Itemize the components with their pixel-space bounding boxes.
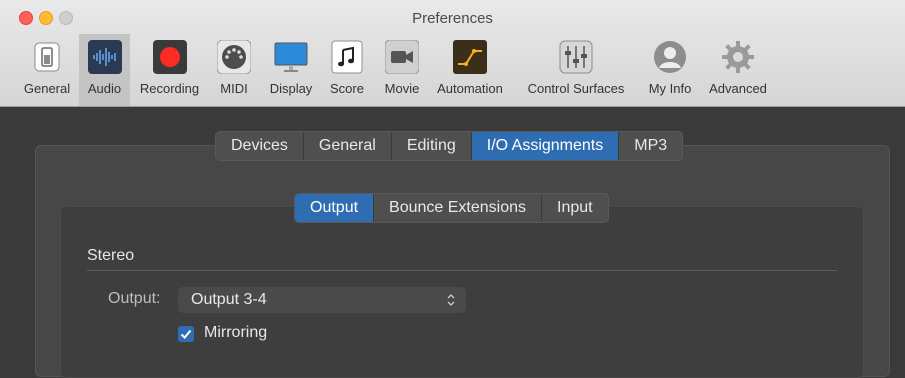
- mirroring-label: Mirroring: [204, 324, 268, 341]
- automation-curve-icon: [453, 40, 487, 74]
- window-title: Preferences: [412, 10, 493, 27]
- toolbar-item-my-info[interactable]: My Info: [642, 34, 698, 106]
- toolbar-label-general: General: [23, 81, 71, 96]
- stereo-section-label: Stereo: [87, 247, 135, 264]
- general-switch-icon: [34, 42, 60, 72]
- tab-editing[interactable]: Editing: [390, 132, 471, 160]
- toolbar-item-automation[interactable]: Automation: [429, 34, 511, 106]
- user-silhouette-icon: [654, 41, 686, 73]
- toolbar-label-control-surfaces: Control Surfaces: [527, 81, 625, 96]
- window-titlebar: Preferences General Audio Recording MIDI…: [0, 0, 905, 107]
- tab-io-assignments[interactable]: I/O Assignments: [470, 132, 619, 160]
- output-field-label: Output:: [108, 290, 161, 307]
- toolbar-item-recording[interactable]: Recording: [132, 34, 207, 106]
- score-note-icon: [331, 40, 363, 74]
- output-popup[interactable]: Output 3-4: [178, 287, 466, 313]
- mirroring-checkbox[interactable]: [178, 326, 194, 342]
- main-tab-bar: Devices General Editing I/O Assignments …: [215, 131, 684, 161]
- section-divider: [87, 270, 837, 271]
- toolbar-item-midi[interactable]: MIDI: [212, 34, 256, 106]
- toolbar-label-audio: Audio: [87, 81, 122, 96]
- output-popup-value: Output 3-4: [191, 291, 267, 308]
- movie-camera-icon: [385, 40, 419, 74]
- audio-waveform-icon: [87, 40, 122, 74]
- toolbar-item-score[interactable]: Score: [324, 34, 370, 106]
- toolbar-label-recording: Recording: [139, 81, 200, 96]
- tab-bounce-extensions[interactable]: Bounce Extensions: [373, 194, 541, 222]
- chevron-updown-icon: [447, 294, 455, 306]
- toolbar-label-midi: MIDI: [220, 81, 248, 96]
- checkmark-icon: [180, 329, 192, 339]
- toolbar-label-movie: Movie: [384, 81, 420, 96]
- gear-icon: [722, 41, 754, 73]
- toolbar-item-display[interactable]: Display: [263, 34, 319, 106]
- tab-output[interactable]: Output: [295, 194, 374, 222]
- tab-mp3[interactable]: MP3: [618, 132, 682, 160]
- tab-input[interactable]: Input: [541, 194, 608, 222]
- control-surfaces-faders-icon: [559, 40, 593, 74]
- tab-devices[interactable]: Devices: [216, 132, 303, 160]
- tab-general[interactable]: General: [302, 132, 391, 160]
- toolbar-item-advanced[interactable]: Advanced: [702, 34, 774, 106]
- record-icon: [152, 40, 187, 74]
- toolbar-label-advanced: Advanced: [709, 81, 767, 96]
- sub-tab-bar: Output Bounce Extensions Input: [294, 193, 609, 223]
- display-monitor-icon: [274, 42, 308, 72]
- toolbar-label-score: Score: [330, 81, 364, 96]
- toolbar-label-display: Display: [269, 81, 313, 96]
- toolbar-item-general[interactable]: General: [18, 34, 76, 106]
- toolbar-label-my-info: My Info: [648, 81, 692, 96]
- toolbar-item-audio[interactable]: Audio: [79, 34, 130, 106]
- midi-connector-icon: [217, 40, 251, 74]
- toolbar-item-movie[interactable]: Movie: [376, 34, 428, 106]
- toolbar-item-control-surfaces[interactable]: Control Surfaces: [515, 34, 637, 106]
- toolbar-label-automation: Automation: [437, 81, 503, 96]
